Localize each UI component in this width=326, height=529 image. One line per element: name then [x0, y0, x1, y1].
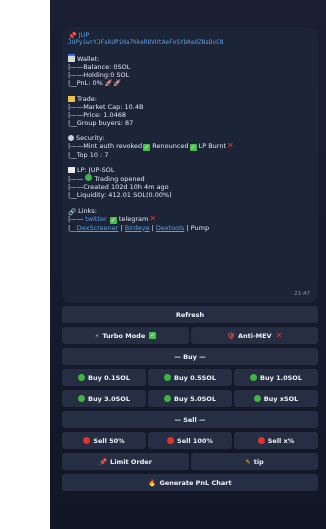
buy-3.0-button[interactable]: Buy 3.0SOL	[62, 390, 146, 407]
red-circle-icon	[257, 437, 265, 444]
lp-title: LP: JUP-SOL	[68, 166, 312, 174]
red-circle-icon	[83, 437, 91, 444]
check-icon: ✓	[189, 144, 197, 152]
links-explorers: |__DexScreener | Birdeye | Dextools | Pu…	[68, 223, 210, 232]
token-header: 📌 JUP	[68, 31, 312, 40]
green-circle-icon	[78, 374, 86, 381]
lp-trading: |—— Trading opened	[68, 174, 145, 184]
trade-price: |——Price: 1.0468	[68, 110, 127, 119]
security-icon	[68, 134, 74, 141]
pump-link[interactable]: Pump	[191, 224, 209, 232]
sell-50-button[interactable]: Sell 50%	[62, 432, 146, 449]
check-icon: ✓	[149, 332, 157, 339]
green-circle-icon	[78, 395, 86, 402]
links-title: 🔗 Links:	[68, 206, 97, 216]
trade-market-cap: |——Market Cap: 10.4B	[68, 102, 144, 111]
refresh-button[interactable]: Refresh	[62, 306, 318, 323]
buy-1.0-button[interactable]: Buy 1.0SOL	[234, 369, 318, 386]
memo-icon	[68, 167, 75, 174]
security-title: Security:	[68, 134, 312, 142]
tip-button[interactable]: ✎ tip	[191, 453, 318, 470]
link-icon: 🔗	[68, 207, 77, 216]
buy-x-button[interactable]: Buy xSOL	[234, 390, 318, 407]
dextools-link[interactable]: Dextools	[156, 224, 184, 232]
links-social: |—— twitter ✓ telegram✕	[68, 213, 157, 224]
pin-icon: 📌	[99, 457, 108, 466]
telegram-link[interactable]: telegram	[119, 215, 148, 223]
lp-created: |——Created 102d 10h 4m ago	[68, 183, 169, 192]
money-icon	[68, 95, 75, 102]
anti-mev-button[interactable]: 🛡 Anti-MEV ✕	[191, 327, 318, 344]
cross-icon: ✕	[227, 141, 234, 151]
red-circle-icon	[167, 437, 175, 444]
wallet-title: Wallet:	[68, 54, 312, 63]
lp-liquidity: |__Liquidity: 412.01 SOL(0.00%)	[68, 191, 172, 200]
buy-5.0-button[interactable]: Buy 5.0SOL	[148, 390, 232, 407]
check-icon: ✓	[143, 144, 151, 152]
wallet-balance: |——Balance: 0SOL	[68, 63, 131, 72]
pin-icon: 📌	[68, 32, 77, 40]
limit-order-button[interactable]: 📌 Limit Order	[62, 453, 189, 470]
green-circle-icon	[164, 395, 172, 402]
token-name[interactable]: JUP	[79, 31, 90, 39]
lightning-icon: ⚡	[94, 331, 100, 340]
green-circle-icon	[85, 174, 93, 182]
pencil-icon: ✎	[245, 457, 251, 466]
token-info-message: 📌 JUP JUPyiwrYJFskUPiHa7hkeR8VUtAeFoSYbKe…	[62, 27, 318, 303]
token-address[interactable]: JUPyiwrYJFskUPiHa7hkeR8VUtAeFoSYbKedZNsD…	[68, 39, 312, 47]
dexscreener-link[interactable]: DexScreener	[77, 224, 119, 232]
check-icon: ✓	[109, 216, 117, 224]
wallet-icon	[68, 54, 75, 63]
security-status: |——Mint auth revoked ✓ Renounced ✓ LP Burn…	[68, 141, 234, 152]
generate-pnl-chart-button[interactable]: 🔥 Generate PnL Chart	[62, 474, 318, 491]
trade-group-buyers: |__Group buyers: 87	[68, 118, 134, 127]
buy-header-button[interactable]: — Buy —	[62, 348, 318, 365]
trade-title: Trade:	[68, 95, 312, 103]
buy-0.1-button[interactable]: Buy 0.1SOL	[62, 369, 146, 386]
fire-icon: 🔥	[148, 478, 157, 487]
green-circle-icon	[253, 395, 261, 402]
twitter-link[interactable]: twitter	[85, 215, 106, 223]
sell-100-button[interactable]: Sell 100%	[148, 432, 232, 449]
security-top10: |__Top 10 : 7	[68, 151, 109, 160]
green-circle-icon	[250, 374, 258, 381]
rocket-icon: 🚀🚀	[104, 79, 122, 88]
cross-icon: ✕	[149, 213, 157, 223]
sell-x-button[interactable]: Sell x%	[234, 432, 318, 449]
wallet-holding: |——Holding:0 SOL	[68, 71, 130, 80]
shield-icon: 🛡	[226, 331, 235, 340]
message-time: 21:47	[294, 290, 310, 297]
birdeye-link[interactable]: Birdeye	[125, 224, 150, 232]
buy-0.5-button[interactable]: Buy 0.5SOL	[148, 369, 232, 386]
sell-header-button[interactable]: — Sell —	[62, 411, 318, 428]
cross-icon: ✕	[275, 331, 283, 340]
green-circle-icon	[164, 374, 172, 381]
turbo-mode-button[interactable]: ⚡ Turbo Mode ✓	[62, 327, 189, 344]
wallet-pnl: |__PnL: 0% 🚀🚀	[68, 79, 122, 88]
